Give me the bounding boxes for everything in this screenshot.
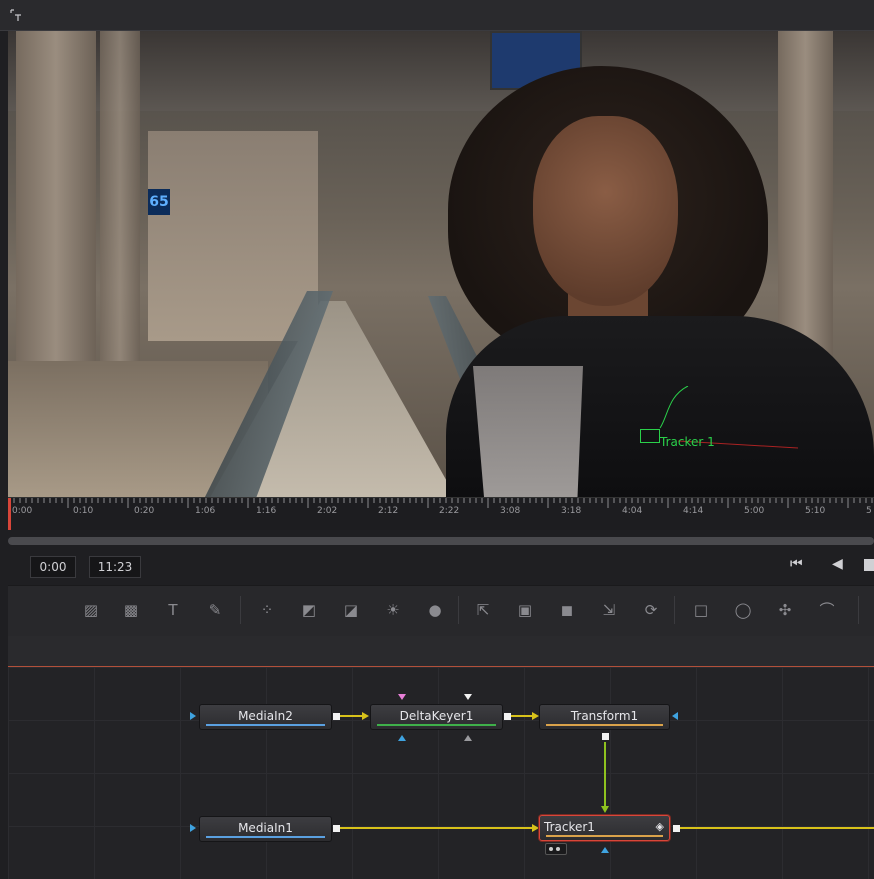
ruler-time-label: 0:10: [73, 506, 94, 516]
node-color-strip: [206, 724, 325, 726]
person-shirt: [473, 366, 583, 497]
brightness-contrast-icon[interactable]: ☀: [382, 600, 404, 620]
end-time-field[interactable]: 11:23: [89, 556, 141, 578]
color-curves-icon[interactable]: ◩: [298, 600, 320, 620]
column-wall: [148, 131, 318, 341]
playhead[interactable]: [8, 498, 11, 530]
node-view-toggle-icon[interactable]: [545, 843, 567, 855]
gate-sign: 65: [148, 189, 170, 215]
ruler-time-label: 5:10: [805, 506, 826, 516]
polygon-mask-icon[interactable]: ✣: [774, 600, 796, 620]
current-time-field[interactable]: 0:00: [30, 556, 76, 578]
particles-tool-icon[interactable]: ⁘: [256, 600, 278, 620]
node-label: Tracker1: [544, 820, 595, 834]
transform-tool-icon[interactable]: ⟳: [640, 600, 662, 620]
output-port[interactable]: [673, 825, 680, 832]
ruler-time-label: 3:18: [561, 506, 582, 516]
ruler-time-label: 2:02: [317, 506, 338, 516]
node-label: MediaIn1: [238, 821, 293, 835]
node-tracker1[interactable]: Tracker1 ◈: [539, 815, 670, 841]
ruler-time-label: 4:14: [683, 506, 704, 516]
viewer-options-icon[interactable]: [9, 8, 23, 22]
node-deltakeyer1[interactable]: DeltaKeyer1: [370, 704, 503, 730]
ruler-time-label: 5:00: [744, 506, 765, 516]
node-color-strip: [546, 835, 663, 837]
time-ruler[interactable]: 0:00 0:10 0:20 1:06 1:16 2:02 2:12 2:22 3:08 3:18…: [8, 497, 874, 530]
paint-tool-icon[interactable]: ✎: [204, 600, 226, 620]
color-corrector-icon[interactable]: ◪: [340, 600, 362, 620]
toolbar-separator: [858, 596, 859, 624]
node-label: MediaIn2: [238, 709, 293, 723]
node-editor[interactable]: [8, 667, 874, 879]
ruler-time-label: 2:12: [378, 506, 399, 516]
tracker-pattern-box[interactable]: [640, 429, 660, 443]
ruler-time-label: 5: [866, 506, 872, 516]
node-label: Transform1: [570, 709, 639, 723]
output-port[interactable]: [333, 713, 340, 720]
node-editor-header: [8, 636, 874, 667]
ruler-time-label: 2:22: [439, 506, 460, 516]
toolbar-separator: [240, 596, 241, 624]
node-label: DeltaKeyer1: [399, 709, 474, 723]
node-mediain1[interactable]: MediaIn1: [199, 816, 332, 842]
fastnoise-tool-icon[interactable]: ▩: [120, 600, 142, 620]
stop-icon[interactable]: [864, 559, 874, 571]
ruler-time-label: 1:06: [195, 506, 216, 516]
tracker-label: Tracker 1: [660, 435, 715, 449]
output-port[interactable]: [333, 825, 340, 832]
output-port[interactable]: [504, 713, 511, 720]
node-mediain2[interactable]: MediaIn2: [199, 704, 332, 730]
bspline-mask-icon[interactable]: ⌒: [816, 600, 838, 620]
output-port[interactable]: [602, 733, 609, 740]
node-color-strip: [206, 836, 325, 838]
pillar-left-2: [100, 31, 140, 391]
scroll-bar[interactable]: [8, 537, 874, 545]
merge-icon[interactable]: ▣: [514, 600, 536, 620]
ruler-time-label: 0:00: [12, 506, 33, 516]
text-tool-icon[interactable]: T: [162, 600, 184, 620]
ruler-time-label: 1:16: [256, 506, 277, 516]
ruler-time-label: 4:04: [622, 506, 643, 516]
play-reverse-icon[interactable]: ◀: [832, 556, 843, 572]
viewer-image[interactable]: 65 Tracker 1: [8, 31, 874, 497]
ruler-time-label: 0:20: [134, 506, 155, 516]
background-tool-icon[interactable]: ▨: [80, 600, 102, 620]
pillar-left: [16, 31, 96, 391]
matte-control-icon[interactable]: ◼: [556, 600, 578, 620]
node-color-strip: [377, 724, 496, 726]
node-transform1[interactable]: Transform1: [539, 704, 670, 730]
loader-icon[interactable]: ⇱: [472, 600, 494, 620]
skip-to-start-icon[interactable]: ⏮: [790, 556, 803, 572]
toolbar-separator: [458, 596, 459, 624]
viewer-header: [0, 0, 874, 31]
resize-icon[interactable]: ⇲: [598, 600, 620, 620]
ruler-time-label: 3:08: [500, 506, 521, 516]
ellipse-mask-icon[interactable]: ◯: [732, 600, 754, 620]
rectangle-mask-icon[interactable]: □: [690, 600, 712, 620]
blur-icon[interactable]: ●: [424, 600, 446, 620]
toolbar-separator: [674, 596, 675, 624]
node-color-strip: [546, 724, 663, 726]
person-face: [533, 116, 678, 306]
